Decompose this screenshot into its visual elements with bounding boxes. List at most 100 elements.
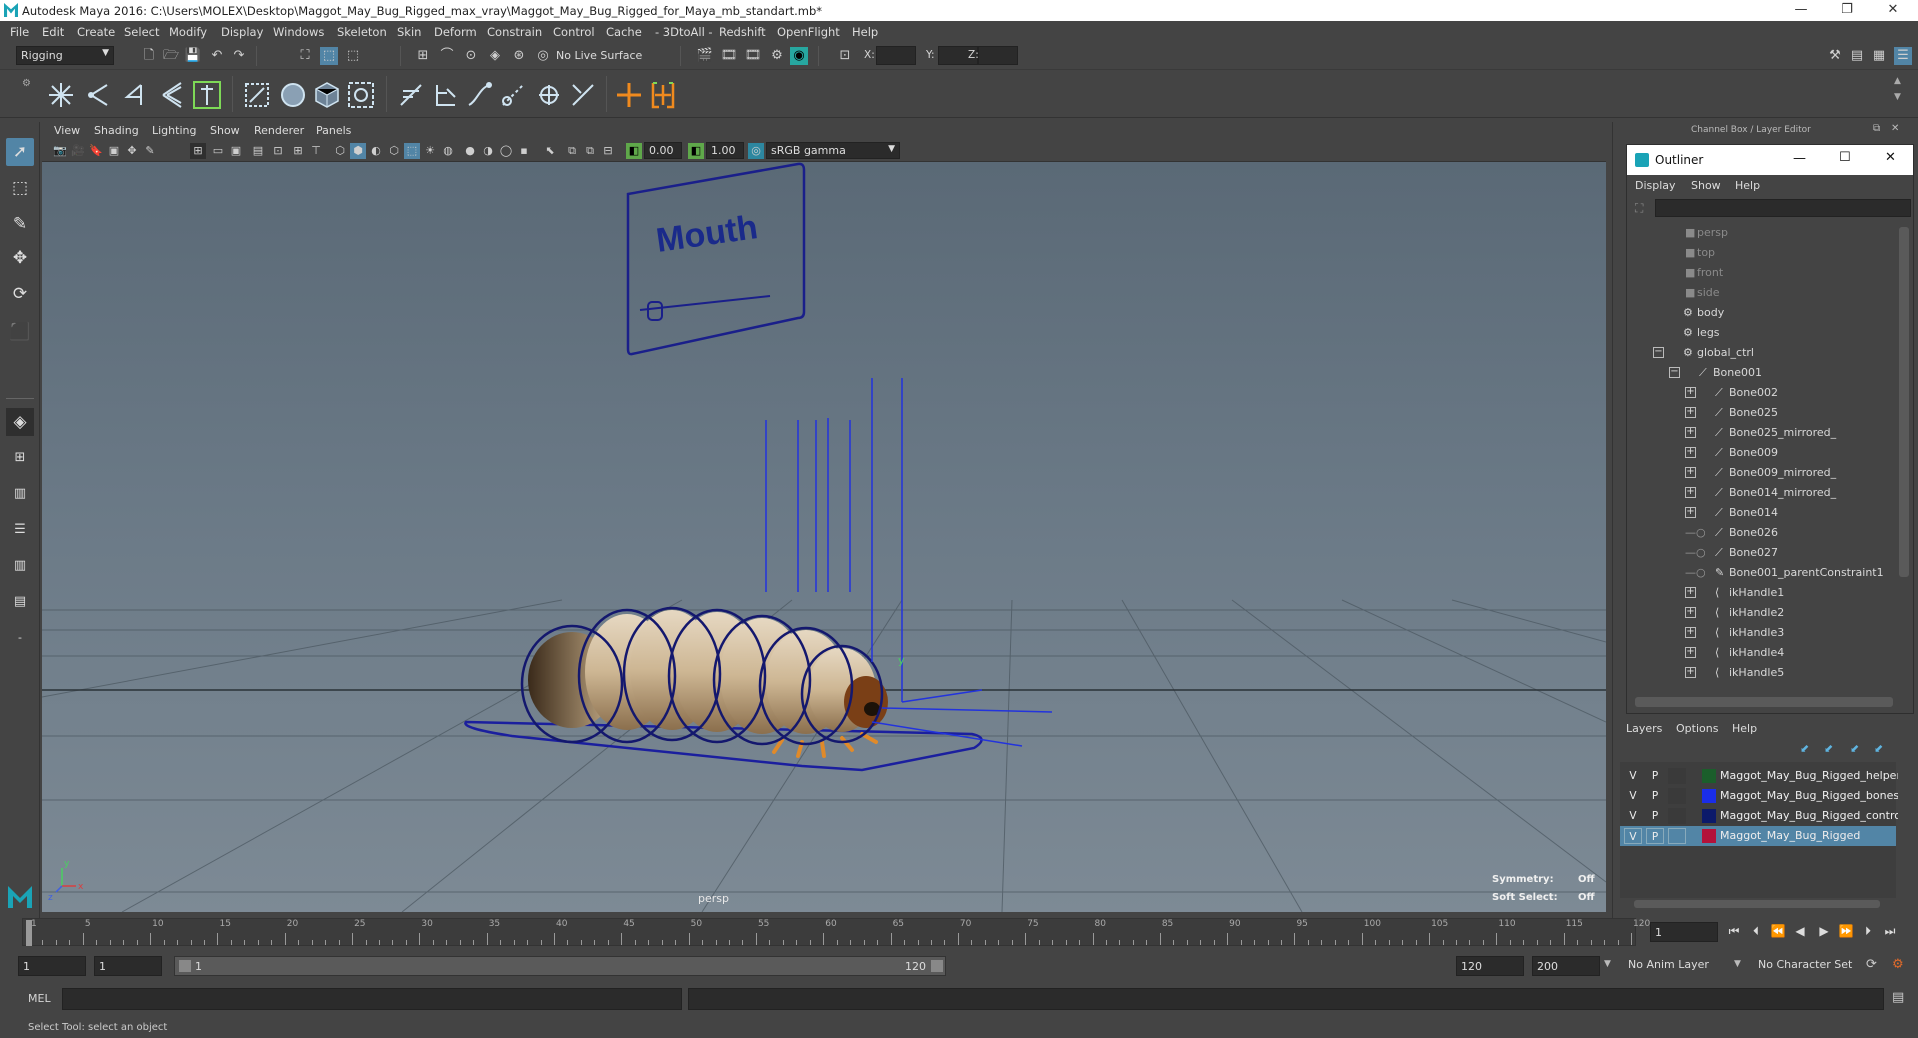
bookmark-icon[interactable]: 🔖 [88, 143, 104, 159]
snap-live-icon[interactable]: ⊛ [510, 47, 528, 65]
layer-visibility-toggle[interactable]: V [1624, 788, 1642, 804]
2d-pan-zoom-icon[interactable]: ✥ [124, 143, 140, 159]
tree-item-bone001-parentconstraint[interactable]: —○ ✎ Bone001_parentConstraint1 [1631, 563, 1895, 583]
modeling-toolkit-icon[interactable]: ⚒ [1826, 47, 1844, 65]
tree-item-top[interactable]: ■ top [1631, 243, 1895, 263]
tree-item-bone009[interactable]: + ⟋ Bone009 [1631, 443, 1895, 463]
maya-home-icon[interactable] [6, 882, 34, 910]
layer-row-model[interactable]: V P Maggot_May_Bug_Rigged [1620, 826, 1896, 846]
layer-color-swatch[interactable] [1702, 829, 1716, 843]
shelf-scroll-up-icon[interactable]: ▲ [1894, 76, 1901, 86]
animation-preferences-icon[interactable]: ⚙ [1892, 957, 1904, 972]
expand-icon[interactable]: + [1685, 627, 1696, 638]
new-scene-icon[interactable]: 🗋 [140, 47, 158, 65]
layer-color-swatch[interactable] [1702, 769, 1716, 783]
camera-select-icon[interactable]: 📷 [52, 143, 68, 159]
go-to-end-icon[interactable]: ⏭ [1882, 923, 1898, 939]
animation-start-field[interactable]: 1 [18, 956, 86, 976]
camera-attributes-icon[interactable]: 🎥 [70, 143, 86, 159]
close-button[interactable]: ✕ [1870, 0, 1916, 21]
color-space-dropdown[interactable]: sRGB gamma ▼ [766, 142, 900, 159]
outliner-search-input[interactable] [1655, 199, 1911, 217]
resolution-gate-icon[interactable]: ▣ [228, 143, 244, 159]
menu-control[interactable]: Control [553, 25, 595, 39]
tree-item-ikhandle4[interactable]: + ⟨ ikHandle4 [1631, 643, 1895, 663]
move-layer-up-icon[interactable]: ⬋ [1800, 742, 1809, 755]
scale-tool-icon[interactable]: ⬛ [6, 318, 34, 346]
tree-item-bone025[interactable]: + ⟋ Bone025 [1631, 403, 1895, 423]
step-forward-key-icon[interactable]: ⏩ [1838, 923, 1854, 939]
tree-item-side[interactable]: ■ side [1631, 283, 1895, 303]
paint-weights-icon[interactable] [394, 78, 426, 110]
point-constraint-icon[interactable] [612, 78, 644, 110]
restore-button[interactable]: ❐ [1824, 0, 1870, 21]
expand-icon[interactable]: + [1685, 467, 1696, 478]
layer-color-swatch[interactable] [1702, 789, 1716, 803]
expand-icon[interactable]: + [1685, 507, 1696, 518]
grease-pencil-icon[interactable]: ✎ [142, 143, 158, 159]
new-layer-selected-icon[interactable]: ⬋ [1874, 742, 1883, 755]
lattice-icon[interactable] [310, 78, 342, 110]
gate-mask-icon[interactable]: ▤ [250, 143, 266, 159]
menu-select[interactable]: Select [124, 25, 159, 39]
auto-key-icon[interactable]: ⟳ [1866, 957, 1877, 972]
character-set-dropdown[interactable]: No Character Set [1754, 956, 1872, 976]
undo-icon[interactable]: ↶ [208, 47, 226, 65]
perspective-viewport[interactable]: Mouth y y x z persp Symmetry: Off Soft S… [42, 162, 1606, 912]
x-field[interactable] [876, 46, 916, 65]
move-tool-icon[interactable]: ✥ [6, 244, 34, 272]
layers-menu-help[interactable]: Help [1732, 722, 1757, 735]
menu-openflight[interactable]: OpenFlight [777, 25, 840, 39]
joint-tool-icon[interactable] [44, 78, 76, 110]
viewport-menu-lighting[interactable]: Lighting [152, 124, 196, 137]
menu-3dtoall[interactable]: - 3DtoAll - [655, 25, 713, 39]
minimize-button[interactable]: — [1778, 0, 1824, 21]
layer-playback-toggle[interactable]: P [1646, 788, 1664, 804]
playback-end-field[interactable]: 120 [1456, 956, 1524, 976]
four-view-layout-icon[interactable]: ⊞ [6, 444, 34, 472]
menu-deform[interactable]: Deform [434, 25, 477, 39]
viewport-menu-view[interactable]: View [54, 124, 80, 137]
expand-icon[interactable]: + [1685, 447, 1696, 458]
tree-item-legs[interactable]: ⚙ legs [1631, 323, 1895, 343]
select-tool-icon[interactable]: ➚ [6, 138, 34, 166]
range-end-handle[interactable] [931, 960, 943, 972]
expand-icon[interactable]: + [1685, 667, 1696, 678]
menu-skin[interactable]: Skin [397, 25, 421, 39]
viewport-menu-renderer[interactable]: Renderer [254, 124, 304, 137]
outliner-close-button[interactable]: ✕ [1885, 150, 1896, 165]
redo-icon[interactable]: ↷ [230, 47, 248, 65]
outliner-minimize-button[interactable]: — [1793, 151, 1806, 166]
render-frame-icon[interactable]: 🎞 [720, 47, 738, 65]
grid-icon[interactable]: ⊞ [190, 143, 206, 159]
float-panel-icon[interactable]: ⧉ [1873, 123, 1880, 134]
anim-layer-dropdown[interactable]: No Anim Layer [1624, 956, 1742, 976]
time-slider-track[interactable]: 1 5 10 15 20 25 30 35 40 45 50 55 60 65 70 75 80 85 90 95 10… [22, 918, 1650, 946]
ipr-render-icon[interactable]: 🎞 [744, 47, 762, 65]
layer-row-helpers[interactable]: V P Maggot_May_Bug_Rigged_helpers [1620, 766, 1898, 786]
depth-of-field-icon[interactable]: ▪ [516, 143, 532, 159]
layer-playback-toggle[interactable]: P [1646, 768, 1664, 784]
ambient-occlusion-icon[interactable]: ● [462, 143, 478, 159]
expand-icon[interactable]: + [1685, 387, 1696, 398]
safe-action-icon[interactable]: ⊞ [290, 143, 306, 159]
menu-edit[interactable]: Edit [42, 25, 64, 39]
new-empty-layer-icon[interactable]: ⬋ [1850, 742, 1859, 755]
persp-outliner-layout-icon[interactable]: ▥ [6, 480, 34, 508]
layer-color-swatch[interactable] [1702, 809, 1716, 823]
menu-file[interactable]: File [10, 25, 29, 39]
outliner-layout-icon[interactable]: ▤ [6, 588, 34, 616]
collapse-icon[interactable]: − [1669, 367, 1680, 378]
range-start-handle[interactable] [179, 960, 191, 972]
select-component-icon[interactable]: ⬚ [344, 47, 362, 65]
expand-icon[interactable]: + [1685, 407, 1696, 418]
rigid-bind-icon[interactable] [428, 78, 460, 110]
outliner-menu-display[interactable]: Display [1635, 179, 1676, 192]
step-back-key-icon[interactable]: ⏪ [1770, 923, 1786, 939]
tree-item-bone027[interactable]: —○ ⟋ Bone027 [1631, 543, 1895, 563]
layer-display-type-toggle[interactable] [1668, 828, 1686, 844]
layer-playback-toggle[interactable]: P [1646, 828, 1664, 844]
smooth-shade-icon[interactable]: ⬢ [350, 143, 366, 159]
xray-icon[interactable]: ⧉ [564, 143, 580, 159]
tree-item-global-ctrl[interactable]: − ⚙ global_ctrl [1631, 343, 1895, 363]
